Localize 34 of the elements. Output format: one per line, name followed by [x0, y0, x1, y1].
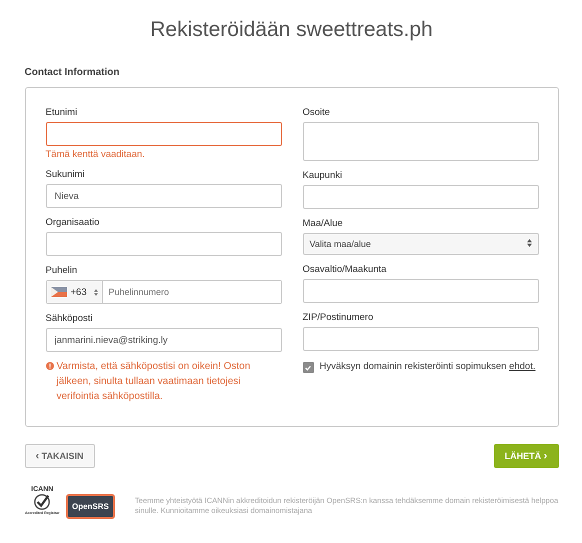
phone-field[interactable]: +63 Puhelinnumero — [46, 280, 282, 304]
alert-icon — [46, 362, 54, 370]
checkbox[interactable] — [302, 362, 314, 373]
input-field[interactable] — [46, 232, 282, 256]
field-label: Osavaltio/Maakunta — [302, 264, 388, 277]
field-label: Puhelin — [46, 265, 78, 278]
updown-icon — [94, 288, 98, 296]
section-heading: Contact Information — [24, 67, 120, 78]
field-label: Etunimi — [46, 107, 78, 120]
field-label: ZIP/Postinumero — [302, 312, 374, 325]
flag-icon — [50, 287, 66, 297]
field-label: Osoite — [302, 107, 331, 120]
input-field[interactable] — [302, 279, 538, 303]
field-label: Sukunimi — [46, 169, 86, 182]
back-button[interactable]: ‹ TAKAISIN — [24, 444, 94, 468]
text-area[interactable] — [302, 122, 538, 161]
updown-icon — [526, 239, 532, 247]
warning-message: Varmista, että sähköpostisi on oikein! Oston jälkeen, sinulta tullaan vaatimaan tietojesi verifointia sähköpostilla. — [56, 360, 252, 404]
field-label: Kaupunki — [302, 170, 344, 183]
terms-link[interactable]: ehdot. — [509, 361, 536, 372]
input-field[interactable] — [46, 122, 282, 146]
error-message: Tämä kenttä vaaditaan. — [46, 149, 146, 160]
country-select[interactable]: Valita maa/alue — [302, 233, 538, 255]
agreement-text: Hyväksyn domainin rekisteröinti sopimuksen ehdot. — [320, 360, 536, 374]
field-label: Sähköposti — [46, 313, 94, 326]
opensrs-logo: OpenSRS — [66, 494, 115, 518]
field-label: Organisaatio — [46, 217, 100, 230]
input-field[interactable]: Nieva — [46, 184, 282, 208]
input-field[interactable] — [302, 185, 538, 209]
input-field[interactable]: janmarini.nieva@striking.ly — [46, 328, 282, 352]
input-field[interactable] — [302, 327, 538, 351]
page-title: Rekisteröidään sweettreats.ph — [149, 18, 434, 42]
field-label: Maa/Alue — [302, 218, 344, 231]
country-code-select[interactable]: +63 — [46, 281, 102, 303]
